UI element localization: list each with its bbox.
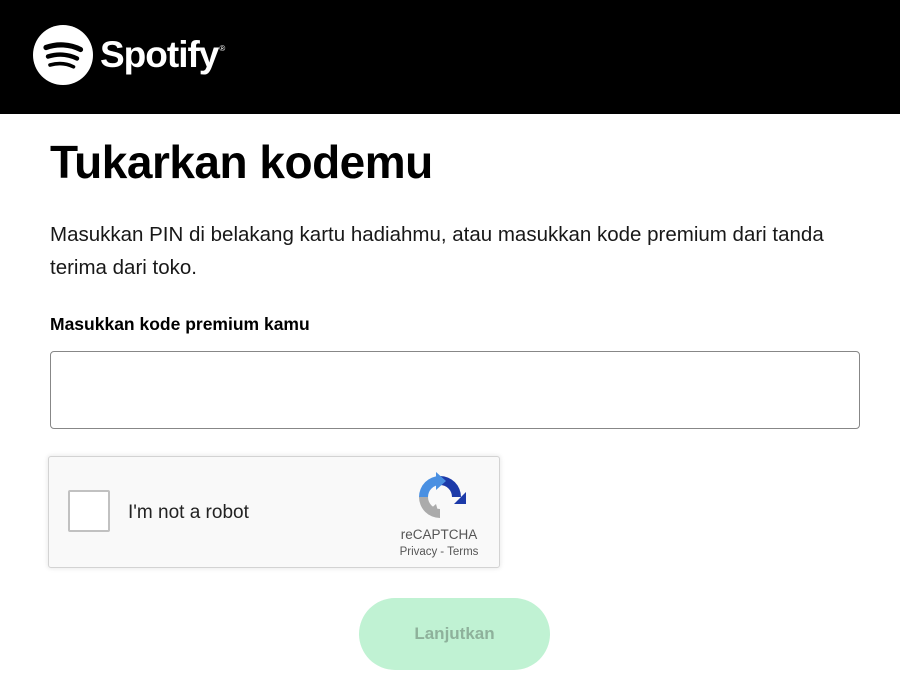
brand-registered-mark: ® (219, 44, 226, 53)
spotify-logo[interactable]: Spotify ® (33, 25, 225, 85)
brand-name: Spotify (100, 34, 219, 75)
redeem-form: Tukarkan kodemu Masukkan PIN di belakang… (50, 114, 860, 430)
header-bar: Spotify ® (0, 0, 900, 114)
continue-button[interactable]: Lanjutkan (359, 598, 550, 670)
page-title: Tukarkan kodemu (50, 136, 433, 188)
recaptcha-links-separator: - (440, 546, 445, 558)
recaptcha-brand: reCAPTCHA (400, 527, 478, 542)
recaptcha-label: I'm not a robot (128, 502, 249, 523)
recaptcha-widget: I'm not a robot reCAPTCHA Privacy - Terms (48, 456, 500, 568)
spotify-logo-icon (33, 25, 93, 85)
page-description: Masukkan PIN di belakang kartu hadiahmu,… (50, 222, 824, 279)
recaptcha-terms-link[interactable]: Terms (447, 546, 478, 558)
recaptcha-privacy-link[interactable]: Privacy (400, 546, 438, 558)
recaptcha-links: Privacy - Terms (379, 546, 499, 558)
recaptcha-checkbox[interactable] (68, 490, 110, 532)
code-field-label: Masukkan kode premium kamu (50, 314, 310, 335)
recaptcha-logo-icon (419, 472, 466, 518)
premium-code-input[interactable] (50, 351, 860, 430)
